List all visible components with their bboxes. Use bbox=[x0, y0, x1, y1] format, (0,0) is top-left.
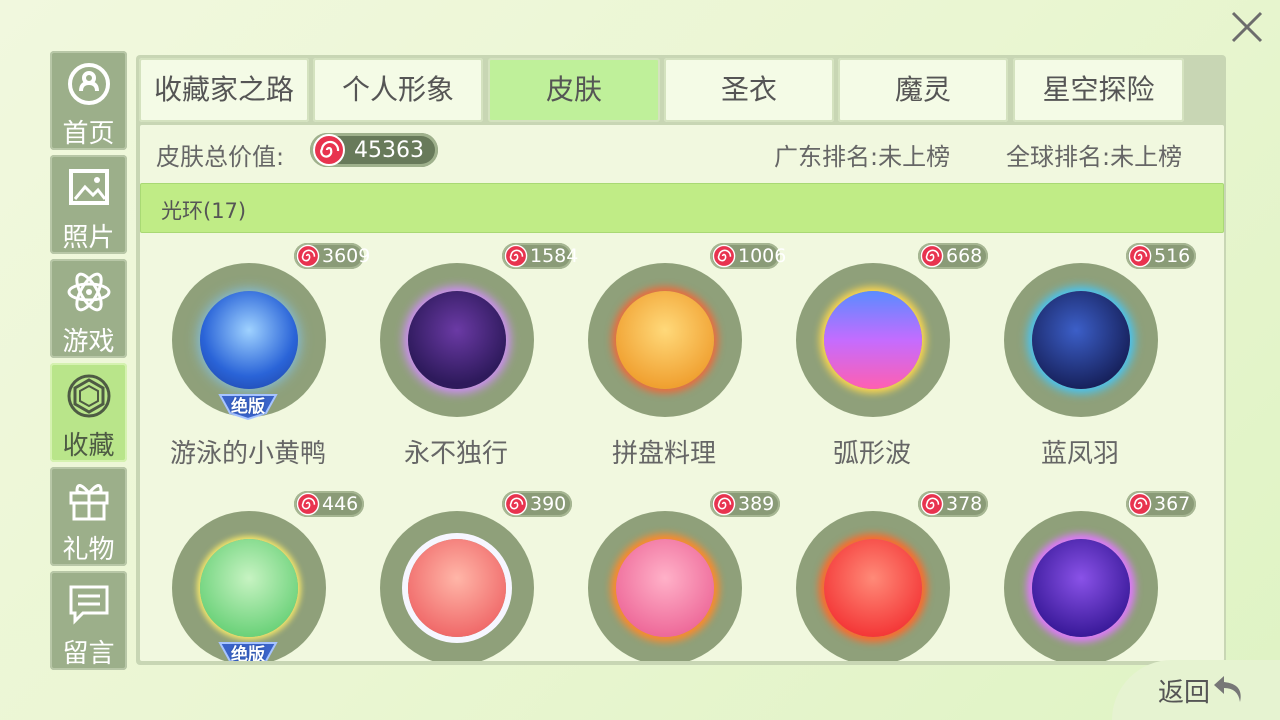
halo-item[interactable]: 3609 绝版 游泳的小黄鸭 bbox=[140, 243, 370, 479]
candy-icon bbox=[312, 133, 346, 171]
limited-tag: 绝版 bbox=[216, 391, 280, 421]
section-title: 光环(17) bbox=[161, 199, 247, 223]
gift-icon bbox=[65, 477, 113, 523]
halo-thumbnail[interactable] bbox=[796, 263, 950, 417]
content-area[interactable]: 皮肤总价值: 45363 广东排名:未上榜 全球排名:未上榜 光环(17) 36… bbox=[140, 125, 1224, 661]
item-name: 游泳的小黄鸭 bbox=[169, 439, 326, 469]
halo-item[interactable]: 668 弧形波 bbox=[764, 243, 988, 479]
item-name: 永不独行 bbox=[403, 439, 508, 469]
candy-icon bbox=[504, 492, 528, 520]
item-name: 弧形波 bbox=[832, 439, 911, 469]
halo-item[interactable]: 1006 拼盘料理 bbox=[556, 243, 786, 479]
halo-thumbnail[interactable] bbox=[380, 511, 534, 661]
main-panel: 收藏家之路 个人形象 皮肤 圣衣 魔灵 星空探险 皮肤总价值: 45363 广东… bbox=[136, 55, 1226, 665]
total-value-pill: 45363 bbox=[310, 133, 438, 167]
item-name: 拼盘料理 bbox=[611, 439, 716, 469]
candy-icon bbox=[1128, 492, 1152, 520]
halo-thumbnail[interactable] bbox=[1004, 263, 1158, 417]
message-icon bbox=[65, 581, 113, 627]
candy-icon bbox=[504, 244, 528, 272]
region-rank: 广东排名:未上榜 bbox=[774, 143, 951, 171]
candy-icon bbox=[920, 244, 944, 272]
halo-thumbnail[interactable] bbox=[380, 263, 534, 417]
item-value: 367 bbox=[1154, 493, 1191, 515]
sidebar-item-gift[interactable]: 礼物 bbox=[50, 467, 127, 566]
candy-icon bbox=[296, 492, 320, 520]
close-icon bbox=[1231, 11, 1263, 43]
summary-row: 皮肤总价值: 45363 广东排名:未上榜 全球排名:未上榜 bbox=[140, 125, 1224, 181]
sidebar-item-label: 游戏 bbox=[62, 327, 115, 357]
limited-tag-label: 绝版 bbox=[231, 397, 265, 417]
candy-icon bbox=[712, 244, 736, 272]
value-badge: 367 bbox=[1126, 491, 1196, 517]
halo-item[interactable]: 367 bbox=[972, 491, 1196, 661]
gem-icon bbox=[65, 373, 113, 419]
item-name: 蓝凤羽 bbox=[1040, 439, 1119, 469]
candy-icon bbox=[296, 244, 320, 272]
section-header[interactable]: 光环(17) bbox=[140, 183, 1224, 233]
sidebar-item-label: 照片 bbox=[62, 223, 115, 253]
sidebar-item-label: 收藏 bbox=[62, 431, 115, 461]
close-button[interactable] bbox=[1225, 5, 1269, 49]
limited-tag-label: 绝版 bbox=[231, 645, 265, 661]
halo-thumbnail[interactable] bbox=[588, 511, 742, 661]
sidebar-item-home[interactable]: 首页 bbox=[50, 51, 127, 150]
sidebar-item-collection[interactable]: 收藏 bbox=[50, 363, 127, 462]
total-value-label: 皮肤总价值: bbox=[156, 143, 285, 171]
return-arrow-icon bbox=[1210, 672, 1248, 706]
halo-item[interactable]: 1584 永不独行 bbox=[348, 243, 578, 479]
tab-spirits[interactable]: 魔灵 bbox=[838, 58, 1008, 122]
total-value: 45363 bbox=[354, 138, 424, 163]
halo-item[interactable]: 389 bbox=[556, 491, 780, 661]
halo-item[interactable]: 516 蓝凤羽 bbox=[972, 243, 1196, 479]
sidebar-item-games[interactable]: 游戏 bbox=[50, 259, 127, 358]
atom-icon bbox=[65, 269, 113, 315]
limited-tag: 绝版 bbox=[216, 639, 280, 661]
sidebar-item-messages[interactable]: 留言 bbox=[50, 571, 127, 670]
tab-star-explore[interactable]: 星空探险 bbox=[1013, 58, 1184, 122]
halo-thumbnail[interactable] bbox=[796, 511, 950, 661]
halo-thumbnail[interactable] bbox=[588, 263, 742, 417]
sidebar-item-label: 首页 bbox=[62, 119, 115, 149]
sidebar-item-photo[interactable]: 照片 bbox=[50, 155, 127, 254]
back-button[interactable]: 返回 bbox=[1112, 660, 1280, 720]
halo-thumbnail[interactable] bbox=[1004, 511, 1158, 661]
tab-personal-image[interactable]: 个人形象 bbox=[313, 58, 483, 122]
candy-icon bbox=[920, 492, 944, 520]
value-badge: 516 bbox=[1126, 243, 1196, 269]
candy-icon bbox=[712, 492, 736, 520]
halo-item[interactable]: 390 bbox=[348, 491, 572, 661]
halo-item[interactable]: 378 bbox=[764, 491, 988, 661]
tab-armor[interactable]: 圣衣 bbox=[664, 58, 834, 122]
photo-icon bbox=[65, 165, 113, 211]
tab-collector-road[interactable]: 收藏家之路 bbox=[139, 58, 309, 122]
back-label: 返回 bbox=[1158, 678, 1211, 708]
halo-item[interactable]: 446 绝版 bbox=[140, 491, 364, 661]
global-rank: 全球排名:未上榜 bbox=[1006, 143, 1183, 171]
sidebar-item-label: 礼物 bbox=[62, 535, 115, 565]
candy-icon bbox=[1128, 244, 1152, 272]
home-icon bbox=[65, 61, 113, 107]
tab-skins[interactable]: 皮肤 bbox=[488, 58, 660, 122]
item-value: 516 bbox=[1154, 245, 1191, 267]
sidebar-item-label: 留言 bbox=[62, 639, 115, 669]
